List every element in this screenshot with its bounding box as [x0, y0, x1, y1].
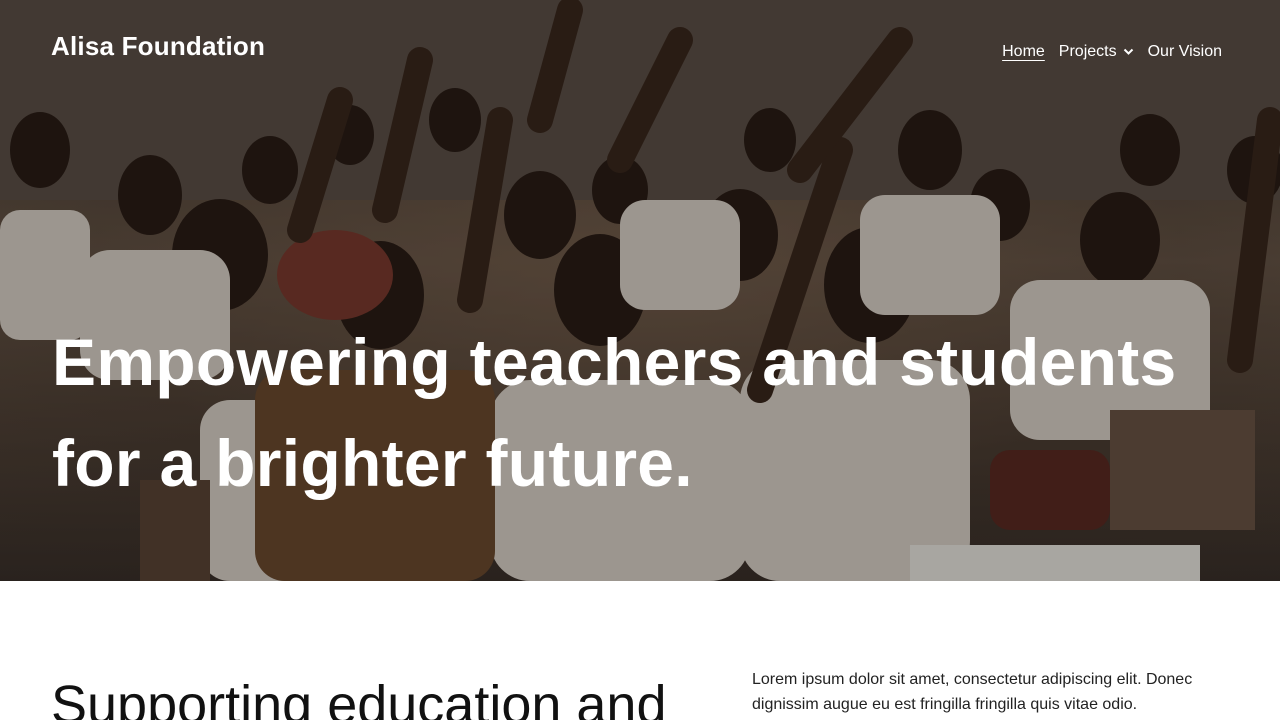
nav-item-home[interactable]: Home [1002, 43, 1045, 61]
chevron-down-icon [1123, 48, 1133, 55]
hero-title-line-2: for a brighter future. [52, 426, 693, 500]
nav-item-projects[interactable]: Projects [1059, 43, 1134, 61]
hero-title: Empowering teachers and students for a b… [52, 312, 1232, 514]
main-nav: Home Projects Our Vision [1002, 43, 1222, 61]
intro-body-text: Lorem ipsum dolor sit amet, consectetur … [752, 671, 1193, 713]
nav-item-our-vision[interactable]: Our Vision [1148, 43, 1222, 61]
hero-title-line-1: Empowering teachers and students [52, 325, 1177, 399]
hero-section: Alisa Foundation Home Projects Our Visio… [0, 0, 1280, 581]
intro-heading: Supporting education and [51, 675, 667, 720]
nav-item-projects-label: Projects [1058, 43, 1117, 60]
site-logo-text[interactable]: Alisa Foundation [51, 31, 265, 62]
